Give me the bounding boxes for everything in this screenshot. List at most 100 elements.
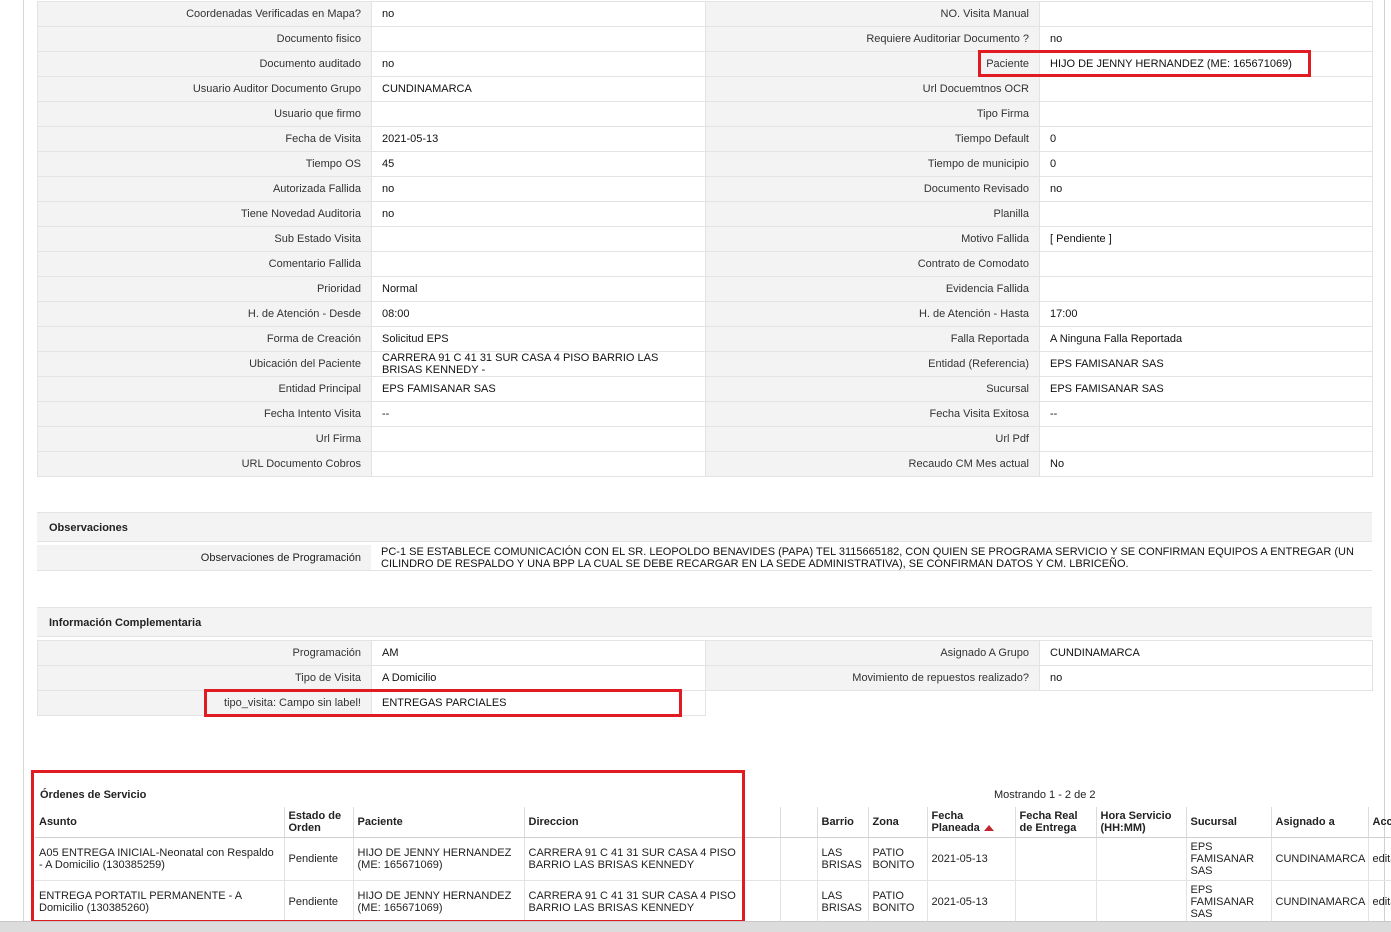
col-header-fecha-planeada[interactable]: Fecha Planeada	[926, 807, 1015, 838]
field-label: Contrato de Comodato	[705, 251, 1040, 277]
field-label: H. de Atención - Hasta	[705, 301, 1040, 327]
field-value: no	[371, 51, 706, 77]
detail-row: Tiempo OS 45 Tiempo de municipio 0	[37, 151, 1373, 177]
visit-details-body: Coordenadas Verificadas en Mapa? no NO. Vi…	[37, 1, 1373, 477]
col-header-hora[interactable]: Hora Servicio (HH:MM)	[1095, 807, 1186, 838]
field-value: --	[1039, 401, 1373, 427]
field-label: Recaudo CM Mes actual	[705, 451, 1040, 477]
field-label: Fecha de Visita	[37, 126, 372, 152]
order-cell-asunto: ENTREGA PORTATIL PERMANENTE - A Domicili…	[35, 880, 284, 924]
field-value	[371, 426, 706, 452]
order-cell-paciente: HIJO DE JENNY HERNANDEZ (ME: 165671069)	[352, 880, 524, 924]
field-value: [ Pendiente ]	[1039, 226, 1373, 252]
observaciones-row: Observaciones de Programación PC-1 SE ES…	[37, 545, 1372, 571]
order-cell-estado: Pendiente	[283, 880, 353, 924]
detail-row: Autorizada Fallida no Documento Revisado no	[37, 176, 1373, 202]
edit-link[interactable]: editar	[1373, 853, 1391, 865]
field-value: EPS FAMISANAR SAS	[371, 376, 706, 402]
left-panel-border	[23, 0, 24, 932]
horizontal-scrollbar[interactable]	[0, 921, 1391, 932]
field-value: 2021-05-13	[371, 126, 706, 152]
field-label: H. de Atención - Desde	[37, 301, 372, 327]
complementaria-row: Tipo de Visita A Domicilio Movimiento de r…	[37, 665, 1373, 691]
field-label: Url Docuemtnos OCR	[705, 76, 1040, 102]
field-value: Normal	[371, 276, 706, 302]
tipo-visita-table: tipo_visita: Campo sin label! ENTREGAS P…	[37, 690, 706, 716]
field-label: Motivo Fallida	[705, 226, 1040, 252]
field-label: Entidad (Referencia)	[705, 351, 1040, 377]
field-value: EPS FAMISANAR SAS	[1039, 376, 1373, 402]
observaciones-value: PC-1 SE ESTABLECE COMUNICACIÓN CON EL SR…	[381, 546, 1354, 570]
field-value: CARRERA 91 C 41 31 SUR CASA 4 PISO BARRI…	[371, 351, 706, 377]
field-value: CUNDINAMARCA	[371, 76, 706, 102]
col-header-estado[interactable]: Estado de Orden	[283, 807, 353, 838]
tipo-visita-label: tipo_visita: Campo sin label!	[37, 690, 372, 716]
field-value	[371, 251, 706, 277]
order-cell-barrio: LAS BRISAS	[816, 880, 868, 924]
tipo-visita-value: ENTREGAS PARCIALES	[371, 690, 706, 716]
order-cell-asignado: CUNDINAMARCA	[1270, 837, 1368, 881]
edit-link[interactable]: editar	[1373, 896, 1391, 908]
detail-row: Usuario Auditor Documento Grupo CUNDINAMA…	[37, 76, 1373, 102]
col-header-asunto[interactable]: Asunto	[35, 807, 284, 838]
info-complementaria-body: Programación AM Asignado A Grupo CUNDINAMAR…	[37, 640, 1373, 691]
field-value	[1039, 201, 1373, 227]
order-cell-hora	[1095, 837, 1186, 881]
field-value	[371, 451, 706, 477]
detail-row: Ubicación del Paciente CARRERA 91 C 41 31…	[37, 351, 1373, 377]
field-label: Url Firma	[37, 426, 372, 452]
col-header-direccion[interactable]: Direccion	[523, 807, 780, 838]
col-header-asignado[interactable]: Asignado a	[1270, 807, 1368, 838]
ordenes-servicio-title: Órdenes de Servicio	[40, 789, 147, 801]
order-cell-direccion: CARRERA 91 C 41 31 SUR CASA 4 PISO BARRI…	[523, 880, 780, 924]
order-cell-estado: Pendiente	[283, 837, 353, 881]
detail-row: Fecha de Visita 2021-05-13 Tiempo Default…	[37, 126, 1373, 152]
field-value: --	[371, 401, 706, 427]
scrollbar-track[interactable]	[1384, 0, 1385, 932]
col-header-zona[interactable]: Zona	[867, 807, 927, 838]
field-value: no	[371, 201, 706, 227]
detail-row: Fecha Intento Visita -- Fecha Visita Exito…	[37, 401, 1373, 427]
order-cell-direccion: CARRERA 91 C 41 31 SUR CASA 4 PISO BARRI…	[523, 837, 780, 881]
order-cell-asignado: CUNDINAMARCA	[1270, 880, 1368, 924]
table-row[interactable]: ENTREGA PORTATIL PERMANENTE - A Domicili…	[35, 880, 1391, 924]
field-label: Requiere Auditoriar Documento ?	[705, 26, 1040, 52]
col-header-accion: Acción	[1367, 807, 1391, 838]
field-value: 17:00	[1039, 301, 1373, 327]
field-value	[371, 226, 706, 252]
field-value: no	[371, 1, 706, 27]
order-cell-zona: PATIO BONITO	[867, 837, 927, 881]
col-header-paciente[interactable]: Paciente	[352, 807, 524, 838]
order-cell-sucursal: EPS FAMISANAR SAS	[1185, 880, 1271, 924]
field-label: Tiene Novedad Auditoria	[37, 201, 372, 227]
detail-row: Usuario que firmo Tipo Firma	[37, 101, 1373, 127]
field-value	[1039, 426, 1373, 452]
field-label: Movimiento de repuestos realizado?	[705, 665, 1040, 691]
field-label: Programación	[37, 640, 372, 666]
field-value	[1039, 101, 1373, 127]
field-value	[1039, 76, 1373, 102]
field-label: Prioridad	[37, 276, 372, 302]
table-row[interactable]: A05 ENTREGA INICIAL-Neonatal con Respald…	[35, 837, 1391, 881]
field-label: Coordenadas Verificadas en Mapa?	[37, 1, 372, 27]
field-label: Usuario que firmo	[37, 101, 372, 127]
col-header-sucursal[interactable]: Sucursal	[1185, 807, 1271, 838]
col-header-fecha-real[interactable]: Fecha Real de Entrega	[1014, 807, 1096, 838]
field-label: Sub Estado Visita	[37, 226, 372, 252]
field-label: Url Pdf	[705, 426, 1040, 452]
col-header-blank	[779, 807, 817, 838]
detail-row: Prioridad Normal Evidencia Fallida	[37, 276, 1373, 302]
field-label: Autorizada Fallida	[37, 176, 372, 202]
detail-row: Entidad Principal EPS FAMISANAR SAS Sucurs…	[37, 376, 1373, 402]
field-label: Comentario Fallida	[37, 251, 372, 277]
field-label: Asignado A Grupo	[705, 640, 1040, 666]
field-value: No	[1039, 451, 1373, 477]
sort-ascending-icon	[983, 825, 994, 832]
field-label: Planilla	[705, 201, 1040, 227]
col-header-barrio[interactable]: Barrio	[816, 807, 868, 838]
field-label: URL Documento Cobros	[37, 451, 372, 477]
field-label: Fecha Visita Exitosa	[705, 401, 1040, 427]
field-label: Tiempo de municipio	[705, 151, 1040, 177]
field-value: 45	[371, 151, 706, 177]
detail-row: Forma de Creación Solicitud EPS Falla Repo…	[37, 326, 1373, 352]
